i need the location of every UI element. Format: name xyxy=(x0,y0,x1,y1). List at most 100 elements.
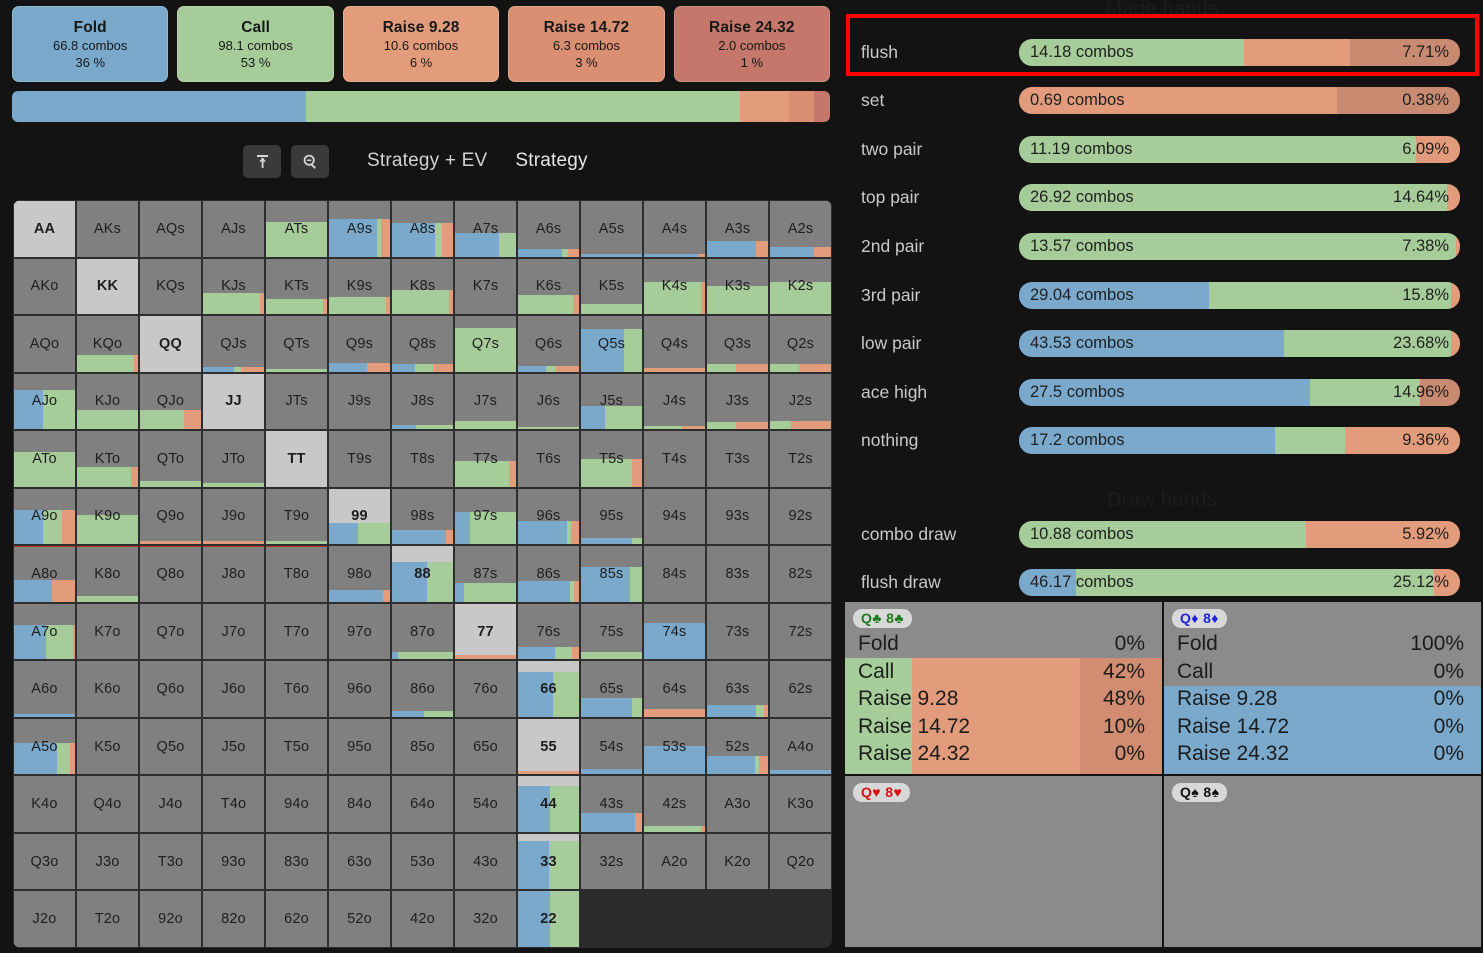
grid-cell-A4o[interactable]: A4o xyxy=(769,717,832,776)
grid-cell-JJ[interactable]: JJ xyxy=(202,372,265,431)
grid-cell-K3s[interactable]: K3s xyxy=(706,257,769,316)
grid-cell-J4s[interactable]: J4s xyxy=(643,372,706,431)
grid-cell-92o[interactable]: 92o xyxy=(139,890,202,948)
grid-cell-J6s[interactable]: J6s xyxy=(517,372,580,431)
grid-cell-97o[interactable]: 97o xyxy=(328,602,391,661)
grid-cell-A5s[interactable]: A5s xyxy=(580,200,643,258)
grid-cell-93s[interactable]: 93s xyxy=(706,487,769,546)
grid-cell-T6o[interactable]: T6o xyxy=(265,660,328,718)
grid-cell-66[interactable]: 66 xyxy=(517,660,580,718)
grid-cell-K5s[interactable]: K5s xyxy=(580,257,643,316)
grid-cell-83s[interactable]: 83s xyxy=(706,545,769,603)
grid-cell-J8o[interactable]: J8o xyxy=(202,545,265,603)
grid-cell-T7s[interactable]: T7s xyxy=(454,430,517,488)
card-combo-detail-panels[interactable]: Q♣ 8♣ Fold 0% Call 42% Raise 9.28 48% Raise 14.… xyxy=(845,602,1481,947)
grid-cell-T4s[interactable]: T4s xyxy=(643,430,706,488)
grid-cell-KJs[interactable]: KJs xyxy=(202,257,265,316)
grid-cell-Q7s[interactable]: Q7s xyxy=(454,315,517,373)
grid-cell-J5o[interactable]: J5o xyxy=(202,717,265,776)
grid-cell-T2o[interactable]: T2o xyxy=(76,890,139,948)
grid-cell-AKo[interactable]: AKo xyxy=(13,257,76,316)
arrow-up-bar-icon[interactable] xyxy=(243,144,281,178)
card-combo-panel-4[interactable]: Q♠ 8♠ xyxy=(1164,775,1481,947)
grid-cell-52o[interactable]: 52o xyxy=(328,890,391,948)
grid-cell-K2s[interactable]: K2s xyxy=(769,257,832,316)
grid-cell-TT[interactable]: TT xyxy=(265,430,328,488)
grid-cell-K7o[interactable]: K7o xyxy=(76,602,139,661)
grid-cell-Q2s[interactable]: Q2s xyxy=(769,315,832,373)
grid-cell-54s[interactable]: 54s xyxy=(580,717,643,776)
grid-cell-87o[interactable]: 87o xyxy=(391,602,454,661)
made-hand-row-3rd-pair[interactable]: 3rd pair 29.04 combos 15.8% xyxy=(841,277,1483,313)
grid-cell-K8s[interactable]: K8s xyxy=(391,257,454,316)
grid-cell-98o[interactable]: 98o xyxy=(328,545,391,603)
made-hand-row-ace-high[interactable]: ace high 27.5 combos 14.96% xyxy=(841,374,1483,410)
grid-cell-43o[interactable]: 43o xyxy=(454,832,517,891)
grid-cell-99[interactable]: 99 xyxy=(328,487,391,546)
draw-hand-row-combo-draw[interactable]: combo draw 10.88 combos 5.92% xyxy=(841,516,1483,552)
grid-cell-JTo[interactable]: JTo xyxy=(202,430,265,488)
grid-cell-A4s[interactable]: A4s xyxy=(643,200,706,258)
grid-cell-J2o[interactable]: J2o xyxy=(13,890,76,948)
grid-cell-55[interactable]: 55 xyxy=(517,717,580,776)
grid-cell-42o[interactable]: 42o xyxy=(391,890,454,948)
grid-cell-95s[interactable]: 95s xyxy=(580,487,643,546)
grid-cell-75s[interactable]: 75s xyxy=(580,602,643,661)
grid-cell-Q7o[interactable]: Q7o xyxy=(139,602,202,661)
grid-cell-A7o[interactable]: A7o xyxy=(13,602,76,661)
grid-cell-J4o[interactable]: J4o xyxy=(139,775,202,833)
grid-cell-T6s[interactable]: T6s xyxy=(517,430,580,488)
grid-cell-K5o[interactable]: K5o xyxy=(76,717,139,776)
grid-cell-63s[interactable]: 63s xyxy=(706,660,769,718)
grid-cell-KTo[interactable]: KTo xyxy=(76,430,139,488)
grid-cell-QQ[interactable]: QQ xyxy=(139,315,202,373)
made-hand-row-low-pair[interactable]: low pair 43.53 combos 23.68% xyxy=(841,326,1483,362)
grid-cell-76o[interactable]: 76o xyxy=(454,660,517,718)
grid-cell-T9o[interactable]: T9o xyxy=(265,487,328,546)
grid-cell-T5o[interactable]: T5o xyxy=(265,717,328,776)
grid-cell-A2s[interactable]: A2s xyxy=(769,200,832,258)
grid-cell-T2s[interactable]: T2s xyxy=(769,430,832,488)
grid-cell-ATs[interactable]: ATs xyxy=(265,200,328,258)
grid-cell-92s[interactable]: 92s xyxy=(769,487,832,546)
grid-cell-J7o[interactable]: J7o xyxy=(202,602,265,661)
grid-cell-T7o[interactable]: T7o xyxy=(265,602,328,661)
grid-cell-T5s[interactable]: T5s xyxy=(580,430,643,488)
grid-cell-32s[interactable]: 32s xyxy=(580,832,643,891)
grid-cell-J2s[interactable]: J2s xyxy=(769,372,832,431)
grid-cell-42s[interactable]: 42s xyxy=(643,775,706,833)
made-hand-row-top-pair[interactable]: top pair 26.92 combos 14.64% xyxy=(841,180,1483,216)
grid-cell-K7s[interactable]: K7s xyxy=(454,257,517,316)
action-button-call[interactable]: Call 98.1 combos 53 % xyxy=(177,6,334,82)
grid-cell-52s[interactable]: 52s xyxy=(706,717,769,776)
grid-cell-A2o[interactable]: A2o xyxy=(643,832,706,891)
grid-cell-Q5s[interactable]: Q5s xyxy=(580,315,643,373)
grid-cell-T4o[interactable]: T4o xyxy=(202,775,265,833)
grid-cell-73s[interactable]: 73s xyxy=(706,602,769,661)
card-combo-panel-3[interactable]: Q♥ 8♥ xyxy=(845,775,1162,947)
grid-cell-Q6s[interactable]: Q6s xyxy=(517,315,580,373)
grid-cell-J8s[interactable]: J8s xyxy=(391,372,454,431)
made-hand-row-nothing[interactable]: nothing 17.2 combos 9.36% xyxy=(841,423,1483,459)
grid-cell-94o[interactable]: 94o xyxy=(265,775,328,833)
grid-cell-98s[interactable]: 98s xyxy=(391,487,454,546)
grid-cell-86o[interactable]: 86o xyxy=(391,660,454,718)
grid-cell-Q8o[interactable]: Q8o xyxy=(139,545,202,603)
grid-cell-Q9o[interactable]: Q9o xyxy=(139,487,202,546)
grid-cell-Q4o[interactable]: Q4o xyxy=(76,775,139,833)
grid-cell-KTs[interactable]: KTs xyxy=(265,257,328,316)
grid-cell-T8s[interactable]: T8s xyxy=(391,430,454,488)
action-button-raise-24-32[interactable]: Raise 24.32 2.0 combos 1 % xyxy=(673,6,831,82)
grid-cell-53s[interactable]: 53s xyxy=(643,717,706,776)
made-hand-row-set[interactable]: set 0.69 combos 0.38% xyxy=(841,83,1483,119)
grid-cell-K4s[interactable]: K4s xyxy=(643,257,706,316)
card-combo-panel-1[interactable]: Q♣ 8♣ Fold 0% Call 42% Raise 9.28 48% Raise 14.… xyxy=(845,602,1162,774)
grid-cell-AJs[interactable]: AJs xyxy=(202,200,265,258)
grid-cell-76s[interactable]: 76s xyxy=(517,602,580,661)
grid-cell-T3o[interactable]: T3o xyxy=(139,832,202,891)
grid-cell-83o[interactable]: 83o xyxy=(265,832,328,891)
grid-cell-95o[interactable]: 95o xyxy=(328,717,391,776)
grid-cell-74s[interactable]: 74s xyxy=(643,602,706,661)
grid-cell-Q6o[interactable]: Q6o xyxy=(139,660,202,718)
grid-cell-AQo[interactable]: AQo xyxy=(13,315,76,373)
